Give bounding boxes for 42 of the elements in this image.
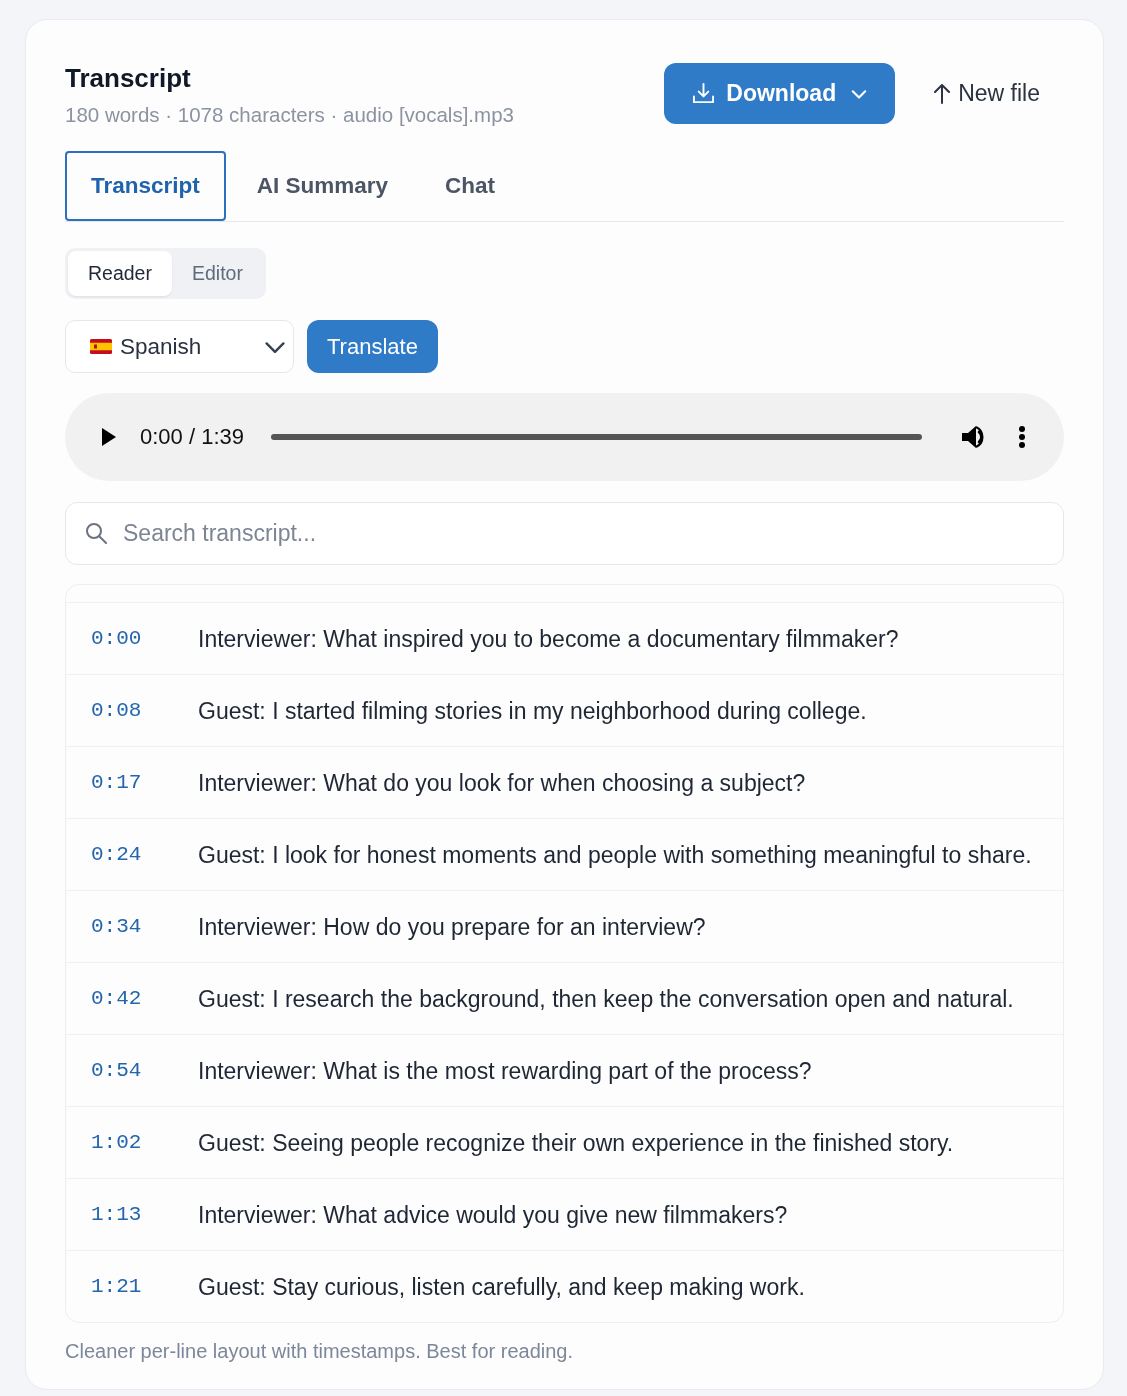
download-icon (692, 82, 716, 105)
flag-icon (90, 339, 112, 354)
view-option[interactable]: Reader (68, 251, 172, 296)
more-button[interactable] (1018, 425, 1026, 449)
timestamp-link[interactable]: 1:21 (91, 1275, 198, 1298)
more-icon (1018, 425, 1026, 449)
search-field[interactable]: Search transcript... (65, 502, 1064, 565)
tab[interactable]: Chat (419, 151, 522, 221)
timestamp-link[interactable]: 1:13 (91, 1203, 198, 1226)
transcript-line: Guest: I research the background, then keep the conversation open and natural. (198, 984, 1014, 1013)
transcript-line: Guest: Stay curious, listen carefully, and keep making work. (198, 1272, 805, 1301)
timestamp-link[interactable]: 0:08 (91, 699, 198, 722)
transcript-line: Interviewer: What advice would you give new filmmakers? (198, 1200, 788, 1229)
timestamp-link[interactable]: 0:24 (91, 843, 198, 866)
translate-button[interactable]: Translate (307, 320, 438, 373)
new-file-button[interactable]: New file (908, 63, 1064, 124)
timestamp-link[interactable]: 0:54 (91, 1059, 198, 1082)
page-title: Transcript (65, 63, 192, 94)
view-option[interactable]: Editor (171, 251, 263, 296)
timestamp-link[interactable]: 0:42 (91, 987, 198, 1010)
tab[interactable]: AI Summary (230, 151, 415, 221)
tab[interactable]: Transcript (65, 151, 226, 221)
download-button[interactable]: Download (664, 63, 896, 124)
progress-track[interactable] (271, 434, 922, 440)
transcript-line: Guest: I look for honest moments and people with something meaningful to share. (198, 840, 1032, 869)
file-details: 180 words · 1078 characters · audio [vocals].mp3 (65, 103, 514, 127)
transcript-line: Guest: Seeing people recognize their own experience in the finished story. (198, 1128, 954, 1157)
search-icon (85, 522, 107, 544)
timestamp-link[interactable]: 1:02 (91, 1131, 198, 1154)
language-select[interactable]: Spanish (65, 320, 294, 373)
timestamp-link[interactable]: 0:17 (91, 771, 198, 794)
transcript-line: Interviewer: What is the most rewarding part of the process? (198, 1056, 812, 1085)
timestamp-link[interactable]: 0:34 (91, 915, 198, 938)
arrow-up-icon (932, 83, 953, 104)
timestamp-link[interactable]: 0:00 (91, 627, 198, 650)
transcript-line: Interviewer: What inspired you to become a documentary filmmaker? (198, 624, 899, 653)
footer-note: Cleaner per-line layout with timestamps. Best for reading. (65, 1339, 574, 1363)
transcript-line: Interviewer: What do you look for when choosing a subject? (198, 768, 806, 797)
transcript-line: Guest: I started filming stories in my neighborhood during college. (198, 696, 867, 725)
transcript-line: Interviewer: How do you prepare for an interview? (198, 912, 706, 941)
time-display: 0:00 / 1:39 (140, 424, 244, 450)
chevron-down-icon (265, 340, 285, 353)
